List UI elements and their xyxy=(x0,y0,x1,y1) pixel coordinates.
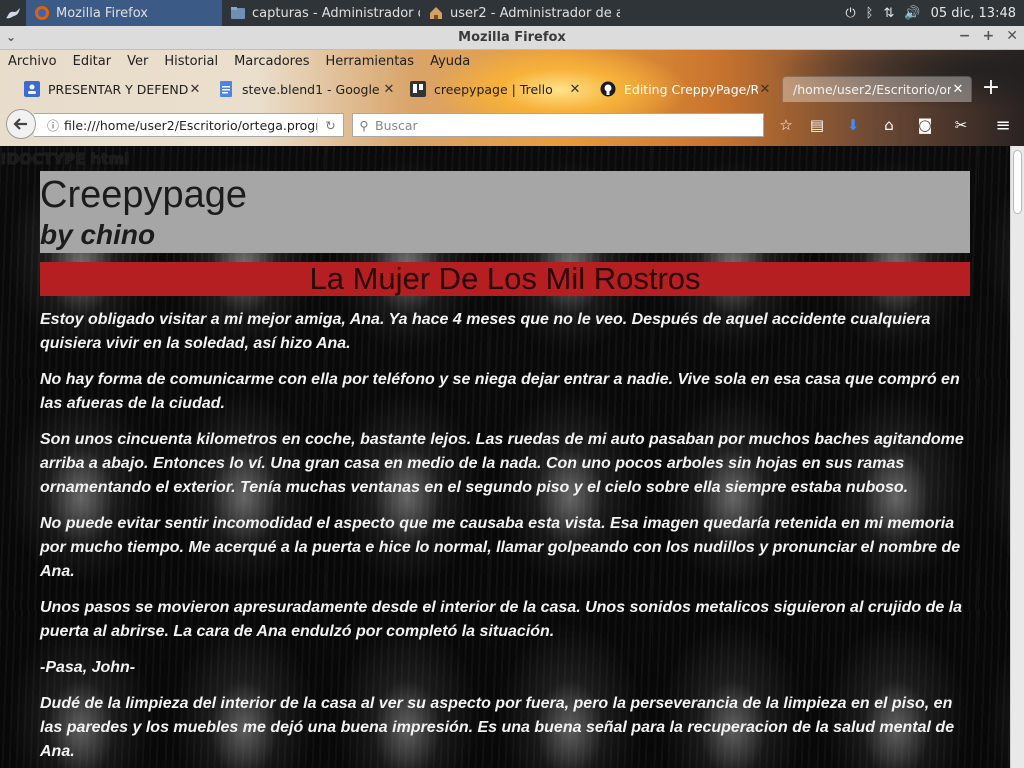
back-arrow-icon xyxy=(13,118,27,130)
story-paragraph: No hay forma de comunicarme con ella por… xyxy=(40,371,960,412)
window-title: Mozilla Firefox xyxy=(458,30,566,45)
menu-bar: Archivo Editar Ver Historial Marcadores … xyxy=(0,50,478,72)
app-menu-icon[interactable] xyxy=(0,0,26,26)
menu-marcadores[interactable]: Marcadores xyxy=(226,54,317,69)
network-icon[interactable]: ⇅ xyxy=(883,6,894,21)
story-paragraph: No puede evitar sentir incomodidad el as… xyxy=(40,515,961,580)
trello-icon xyxy=(410,81,426,97)
search-bar[interactable]: ⚲ Buscar xyxy=(352,113,764,137)
story-paragraph: -Pasa, John- xyxy=(40,659,136,676)
scrollbar-thumb[interactable] xyxy=(1013,150,1022,214)
story-paragraph: Dudé de la limpieza del interior de la c… xyxy=(40,695,955,760)
bookmarks-list-icon[interactable]: ▤ xyxy=(806,114,828,136)
bookmark-star-icon[interactable]: ☆ xyxy=(775,114,797,136)
back-button[interactable] xyxy=(6,109,36,139)
firefox-icon xyxy=(34,5,50,21)
url-bar[interactable]: ⓘ file:///home/user2/Escritorio/ortega.p… xyxy=(34,113,344,137)
hamburger-menu-icon[interactable]: ≡ xyxy=(992,114,1014,136)
taskbar-label: user2 - Administrador de arc... xyxy=(450,5,620,21)
volume-icon[interactable]: 🔊 xyxy=(904,6,920,21)
tab-strip: PRESENTAR Y DEFENDER ✕ steve.blend1 - Go… xyxy=(0,74,1024,104)
menu-ver[interactable]: Ver xyxy=(119,54,156,69)
close-tab-icon[interactable]: ✕ xyxy=(758,82,772,97)
home-folder-icon xyxy=(428,5,444,21)
minimize-icon[interactable]: − xyxy=(959,28,971,44)
search-icon: ⚲ xyxy=(359,117,369,133)
downloads-icon[interactable]: ⬇ xyxy=(842,114,864,136)
taskbar-file-manager[interactable]: capturas - Administrador de ... xyxy=(222,0,420,26)
close-tab-icon[interactable]: ✕ xyxy=(382,82,396,97)
maximize-icon[interactable]: + xyxy=(983,28,995,44)
search-placeholder: Buscar xyxy=(375,117,418,133)
story-paragraph: Unos pasos se movieron apresuradamente d… xyxy=(40,599,963,640)
story-paragraph: Estoy obligado visitar a mi mejor amiga,… xyxy=(40,311,931,352)
navigation-bar: ⓘ file:///home/user2/Escritorio/ortega.p… xyxy=(0,104,1024,146)
story-body: Estoy obligado visitar a mi mejor amiga,… xyxy=(40,308,970,764)
browser-chrome: Archivo Editar Ver Historial Marcadores … xyxy=(0,50,1024,146)
close-tab-icon[interactable]: ✕ xyxy=(568,82,582,97)
close-tab-icon[interactable]: ✕ xyxy=(951,82,965,97)
tab-label: steve.blend1 - Google D xyxy=(242,81,382,97)
menu-herramientas[interactable]: Herramientas xyxy=(318,54,423,69)
window-menu-icon[interactable]: ⌄ xyxy=(6,30,16,44)
tab-label: Editing CreppyPage/RE xyxy=(624,81,758,97)
url-text[interactable]: file:///home/user2/Escritorio/ortega.pro… xyxy=(64,118,317,133)
tab-github[interactable]: Editing CreppyPage/RE ✕ xyxy=(594,76,778,102)
pocket-icon[interactable]: ◙ xyxy=(914,114,936,136)
reload-icon[interactable]: ↻ xyxy=(317,117,343,133)
tab-presentar[interactable]: PRESENTAR Y DEFENDER ✕ xyxy=(18,76,208,102)
page-viewport[interactable]: !DOCTYPE html Creepypage by chino La Muj… xyxy=(0,146,1010,768)
home-icon[interactable]: ⌂ xyxy=(878,114,900,136)
site-title: Creepypage xyxy=(40,174,248,216)
system-panel: Mozilla Firefox capturas - Administrador… xyxy=(0,0,1024,26)
github-icon xyxy=(600,81,616,97)
stray-doctype-text: !DOCTYPE html xyxy=(0,150,130,168)
clock[interactable]: 05 dic, 13:48 xyxy=(931,6,1016,21)
tab-label: PRESENTAR Y DEFENDER xyxy=(48,81,188,97)
info-icon[interactable]: ⓘ xyxy=(42,117,64,134)
close-tab-icon[interactable]: ✕ xyxy=(188,82,202,97)
system-tray: ⏻ ᛒ ⇅ 🔊 05 dic, 13:48 xyxy=(845,6,1024,21)
bluetooth-icon[interactable]: ᛒ xyxy=(866,6,874,21)
folder-icon xyxy=(230,5,246,21)
new-tab-button[interactable]: + xyxy=(980,77,1002,100)
taskbar-label: Mozilla Firefox xyxy=(56,5,148,21)
taskbar-home-manager[interactable]: user2 - Administrador de arc... xyxy=(420,0,620,26)
screenshot-icon[interactable]: ✂ xyxy=(950,114,972,136)
window-titlebar[interactable]: ⌄ Mozilla Firefox − + ✕ xyxy=(0,26,1024,50)
menu-archivo[interactable]: Archivo xyxy=(0,54,65,69)
tab-google-docs[interactable]: steve.blend1 - Google D ✕ xyxy=(212,76,402,102)
page-content: Creepypage by chino La Mujer De Los Mil … xyxy=(40,171,970,764)
site-header: Creepypage by chino xyxy=(40,171,970,253)
taskbar-label: capturas - Administrador de ... xyxy=(252,5,420,21)
menu-historial[interactable]: Historial xyxy=(156,54,226,69)
site-byline: by chino xyxy=(40,219,156,250)
doc-icon xyxy=(218,81,234,97)
story-title: La Mujer De Los Mil Rostros xyxy=(40,262,970,296)
taskbar-firefox[interactable]: Mozilla Firefox xyxy=(26,0,222,26)
tab-local-file[interactable]: /home/user2/Escritorio/or ✕ xyxy=(782,76,972,102)
vertical-scrollbar[interactable] xyxy=(1010,146,1024,768)
tab-label: /home/user2/Escritorio/or xyxy=(793,82,951,97)
menu-editar[interactable]: Editar xyxy=(65,54,120,69)
story-paragraph: Son unos cincuenta kilometros en coche, … xyxy=(40,431,964,496)
tab-trello[interactable]: creepypage | Trello ✕ xyxy=(404,76,588,102)
profile-icon xyxy=(24,81,40,97)
menu-ayuda[interactable]: Ayuda xyxy=(422,54,478,69)
power-plug-icon[interactable]: ⏻ xyxy=(845,6,855,21)
close-window-icon[interactable]: ✕ xyxy=(1006,28,1018,44)
tab-label: creepypage | Trello xyxy=(434,81,553,97)
